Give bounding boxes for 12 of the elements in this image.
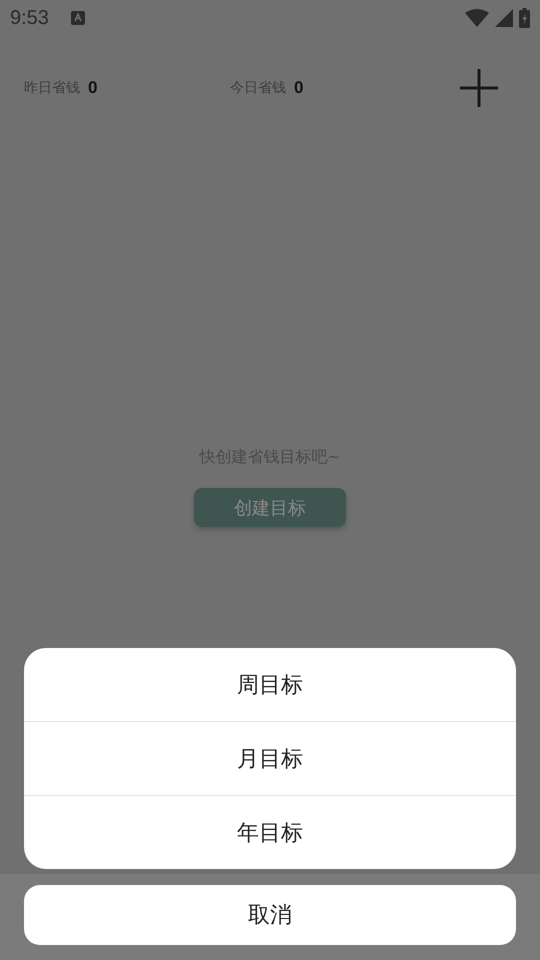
sheet-option[interactable]: 月目标 [24, 721, 516, 795]
stat-value: 0 [88, 78, 98, 98]
stat-value: 0 [294, 78, 304, 98]
cancel-button[interactable]: 取消 [24, 885, 516, 945]
battery-icon [519, 8, 530, 28]
sheet-option[interactable]: 周目标 [24, 648, 516, 721]
status-time: 9:53 [10, 6, 49, 30]
add-icon[interactable] [460, 69, 498, 107]
sheet-option[interactable]: 年目标 [24, 795, 516, 869]
wifi-icon [465, 9, 489, 27]
keyboard-notification-icon [70, 11, 85, 25]
signal-icon [495, 9, 513, 27]
